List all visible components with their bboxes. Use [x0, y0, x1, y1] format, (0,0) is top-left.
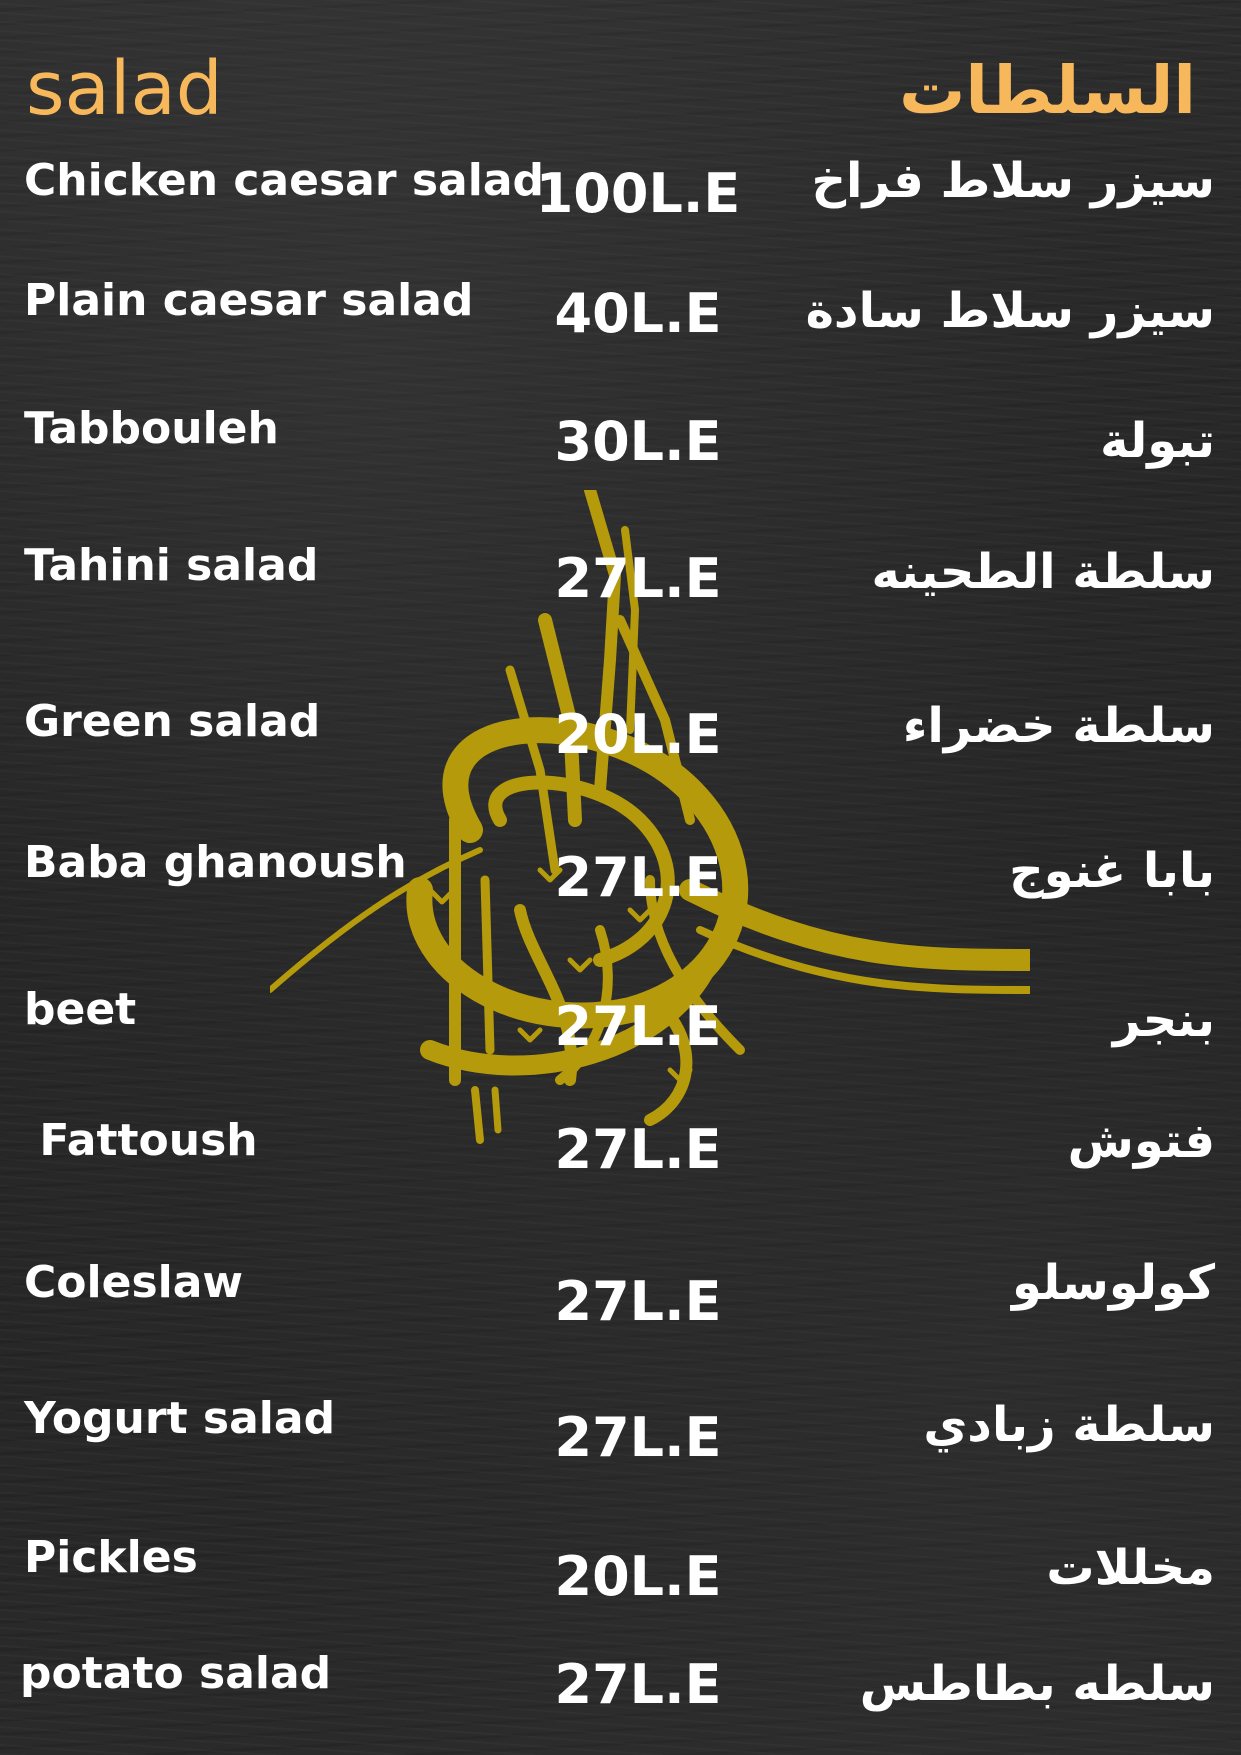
item-name-arabic: سلطة الطحينه	[871, 544, 1216, 600]
item-name-arabic: سلطة زبادي	[923, 1397, 1215, 1453]
menu-row-chicken-caesar: Chicken caesar salad 100L.E سيزر سلاط فر…	[0, 157, 1241, 267]
item-name-arabic: سيزر سلاط سادة	[805, 283, 1215, 339]
menu-row-fattoush: Fattoush 27L.E فتوش	[0, 1117, 1241, 1227]
item-price: 20L.E	[554, 703, 722, 766]
item-price: 27L.E	[554, 846, 722, 909]
item-name-arabic: تبولة	[1100, 413, 1215, 469]
menu-row-beet: beet 27L.E بنجر	[0, 986, 1241, 1096]
menu-row-yogurt: Yogurt salad 27L.E سلطة زبادي	[0, 1395, 1241, 1505]
item-name-english: Tahini salad	[24, 540, 319, 591]
item-name-english: Pickles	[24, 1532, 198, 1583]
title-english: salad	[26, 46, 223, 132]
menu-row-baba-ghanoush: Baba ghanoush 27L.E بابا غنوج	[0, 839, 1241, 949]
item-price: 30L.E	[554, 410, 722, 473]
item-name-english: Plain caesar salad	[24, 275, 474, 326]
item-price: 100L.E	[535, 162, 741, 225]
item-name-arabic: سلطه بطاطس	[859, 1656, 1215, 1712]
item-name-english: Green salad	[24, 696, 321, 747]
item-name-english: potato salad	[20, 1648, 332, 1699]
item-price: 40L.E	[554, 282, 722, 345]
menu-row-plain-caesar: Plain caesar salad 40L.E سيزر سلاط سادة	[0, 277, 1241, 387]
item-name-arabic: بنجر	[1112, 992, 1215, 1048]
item-name-english: Tabbouleh	[24, 403, 279, 454]
item-name-arabic: فتوش	[1067, 1113, 1215, 1169]
item-name-arabic: كولوسلو	[1011, 1255, 1215, 1311]
item-price: 27L.E	[554, 995, 722, 1058]
item-price: 27L.E	[554, 1653, 722, 1716]
item-name-english: Coleslaw	[24, 1257, 244, 1308]
item-name-english: Chicken caesar salad	[24, 155, 545, 206]
item-name-english: Baba ghanoush	[24, 837, 407, 888]
item-price: 27L.E	[554, 547, 722, 610]
menu-row-potato: potato salad 27L.E سلطه بطاطس	[0, 1652, 1241, 1755]
menu-row-green: Green salad 20L.E سلطة خضراء	[0, 698, 1241, 808]
item-price: 20L.E	[554, 1545, 722, 1608]
item-name-english: Fattoush	[24, 1115, 258, 1166]
menu-row-pickles: Pickles 20L.E مخللات	[0, 1534, 1241, 1644]
item-name-arabic: بابا غنوج	[1009, 843, 1215, 899]
item-name-arabic: سلطة خضراء	[902, 698, 1215, 754]
item-name-arabic: مخللات	[1046, 1540, 1215, 1596]
title-arabic: السلطات	[899, 52, 1196, 129]
item-name-english: beet	[24, 984, 137, 1035]
item-price: 27L.E	[554, 1270, 722, 1333]
menu-row-tahini: Tahini salad 27L.E سلطة الطحينه	[0, 542, 1241, 652]
menu-board: salad السلطات Chicken caesar salad 100L.…	[0, 0, 1241, 1755]
item-price: 27L.E	[554, 1406, 722, 1469]
menu-row-coleslaw: Coleslaw 27L.E كولوسلو	[0, 1259, 1241, 1369]
item-name-arabic: سيزر سلاط فراخ	[811, 153, 1215, 209]
item-name-english: Yogurt salad	[24, 1393, 336, 1444]
item-price: 27L.E	[554, 1118, 722, 1181]
menu-row-tabbouleh: Tabbouleh 30L.E تبولة	[0, 405, 1241, 515]
